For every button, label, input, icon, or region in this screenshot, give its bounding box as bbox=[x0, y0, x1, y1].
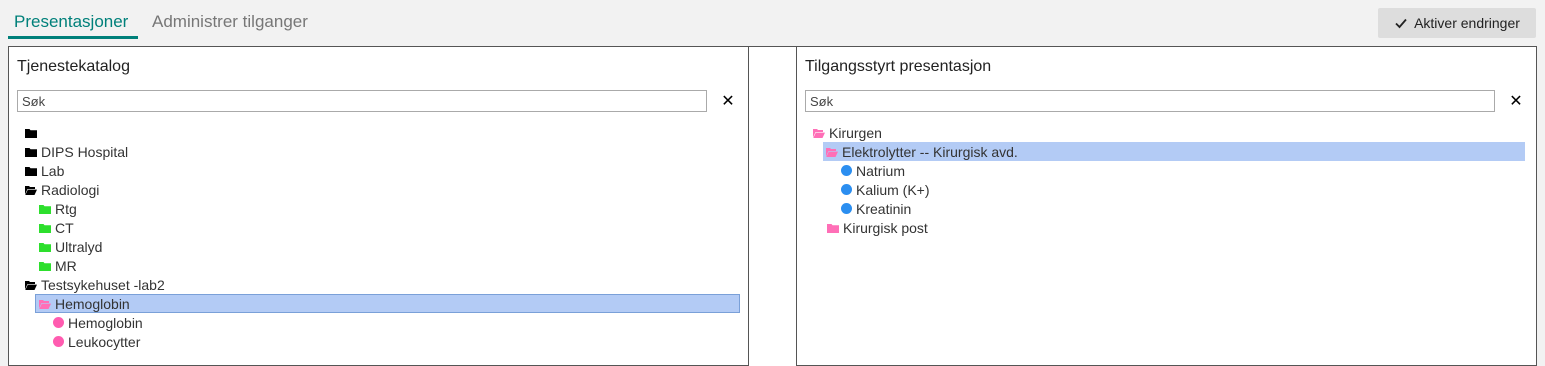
tree-node-label: CT bbox=[55, 219, 74, 236]
tree-node-label: Testsykehuset -lab2 bbox=[41, 276, 165, 293]
check-icon bbox=[1395, 18, 1407, 29]
tree-node[interactable]: Kreatinin bbox=[841, 199, 911, 218]
tree-node-label: Natrium bbox=[856, 162, 906, 179]
tree-node[interactable]: MR bbox=[39, 256, 77, 275]
dot-icon bbox=[841, 184, 852, 195]
tree-node[interactable]: DIPS Hospital bbox=[25, 142, 128, 161]
tree-node-label: Radiologi bbox=[41, 181, 100, 198]
access-controlled-panel: Tilgangsstyrt presentasjon ✕ Kirurgen Ele… bbox=[796, 46, 1537, 366]
tree-node[interactable]: CT bbox=[39, 218, 74, 237]
tree-node-label: Hemoglobin bbox=[68, 314, 143, 331]
tree-node[interactable] bbox=[25, 123, 41, 142]
tree-node-label: Kalium (K+) bbox=[856, 181, 930, 198]
clear-search-button[interactable]: ✕ bbox=[1506, 91, 1526, 111]
clear-search-button[interactable]: ✕ bbox=[718, 91, 738, 111]
folder-closed-icon bbox=[25, 147, 37, 157]
tree-node-label: Leukocytter bbox=[68, 333, 141, 350]
tree-node-label: Kirurgisk post bbox=[843, 219, 928, 236]
folder-closed-icon bbox=[39, 204, 51, 214]
tree-node-label: Rtg bbox=[55, 200, 77, 217]
tree-node-label: Ultralyd bbox=[55, 238, 103, 255]
dot-icon bbox=[841, 203, 852, 214]
tree-node[interactable]: Elektrolytter -- Kirurgisk avd. bbox=[823, 142, 1525, 161]
panel-title: Tilgangsstyrt presentasjon bbox=[805, 58, 992, 75]
tree-node[interactable]: Natrium bbox=[841, 161, 905, 180]
folder-closed-icon bbox=[25, 166, 37, 176]
tree-node-label: Hemoglobin bbox=[55, 295, 130, 312]
tree-node[interactable]: Kirurgisk post bbox=[827, 218, 928, 237]
panel-title: Tjenestekatalog bbox=[17, 58, 130, 75]
panel-gap bbox=[749, 46, 796, 366]
dot-icon bbox=[53, 336, 64, 347]
tree-node[interactable]: Kalium (K+) bbox=[841, 180, 930, 199]
folder-closed-icon bbox=[39, 261, 51, 271]
search-input[interactable] bbox=[17, 90, 707, 112]
tree-node-label: Kreatinin bbox=[856, 200, 912, 217]
tree-node[interactable]: Ultralyd bbox=[39, 237, 102, 256]
tab-presentasjoner[interactable]: Presentasjoner bbox=[14, 12, 128, 32]
service-catalog-panel: Tjenestekatalog ✕ DIPS Hospital Lab Radiol… bbox=[8, 46, 749, 366]
dot-icon bbox=[841, 165, 852, 176]
tree-node-label: Elektrolytter -- Kirurgisk avd. bbox=[842, 143, 1018, 160]
tree-node-label: MR bbox=[55, 257, 77, 274]
folder-closed-icon bbox=[39, 223, 51, 233]
folder-open-icon bbox=[826, 147, 838, 157]
folder-closed-icon bbox=[827, 223, 839, 233]
activate-changes-label: Aktiver endringer bbox=[1414, 15, 1520, 31]
tree-node[interactable]: Kirurgen bbox=[813, 123, 882, 142]
tree-node[interactable]: Testsykehuset -lab2 bbox=[25, 275, 165, 294]
folder-open-icon bbox=[39, 299, 51, 309]
folder-open-icon bbox=[813, 128, 825, 138]
tree-node[interactable]: Leukocytter bbox=[53, 332, 140, 351]
tree-node[interactable]: Hemoglobin bbox=[35, 294, 740, 313]
tree-node[interactable]: Rtg bbox=[39, 199, 77, 218]
search-input[interactable] bbox=[805, 90, 1495, 112]
tree-node[interactable]: Radiologi bbox=[25, 180, 99, 199]
folder-open-icon bbox=[25, 280, 37, 290]
tree-node[interactable]: Hemoglobin bbox=[53, 313, 143, 332]
folder-closed-icon bbox=[25, 128, 37, 138]
tree-node-label: Lab bbox=[41, 162, 65, 179]
folder-closed-icon bbox=[39, 242, 51, 252]
top-bar: Presentasjoner Administrer tilganger Akt… bbox=[0, 0, 1545, 44]
dot-icon bbox=[53, 317, 64, 328]
tree-node-label: DIPS Hospital bbox=[41, 143, 129, 160]
tab-administrer-tilganger[interactable]: Administrer tilganger bbox=[152, 12, 308, 32]
folder-open-icon bbox=[25, 185, 37, 195]
tree-node-label: Kirurgen bbox=[829, 124, 882, 141]
tree-node[interactable]: Lab bbox=[25, 161, 64, 180]
active-tab-indicator bbox=[8, 36, 138, 39]
activate-changes-button[interactable]: Aktiver endringer bbox=[1378, 8, 1536, 38]
